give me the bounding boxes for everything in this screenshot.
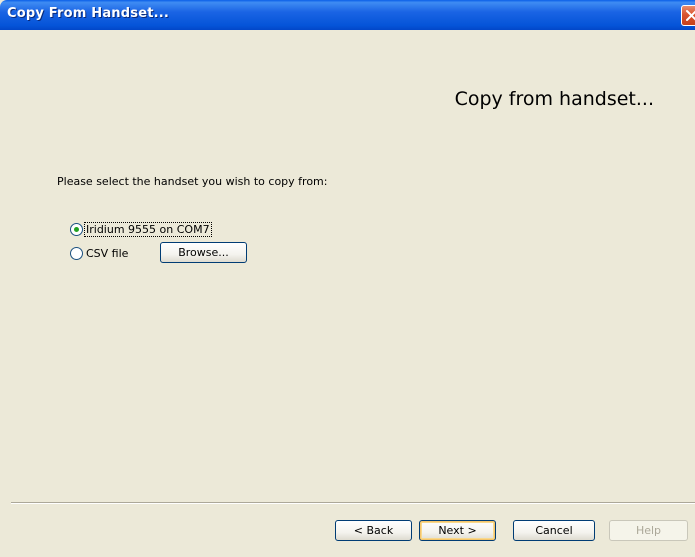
- back-label: Back: [366, 524, 394, 537]
- radio-label-csv[interactable]: CSV file: [85, 247, 129, 260]
- radio-label-iridium[interactable]: Iridium 9555 on COM7: [84, 221, 212, 237]
- cancel-button[interactable]: Cancel: [513, 520, 595, 541]
- page-heading: Copy from handset...: [454, 88, 654, 110]
- next-button[interactable]: Next >: [419, 520, 496, 541]
- radio-button-unselected[interactable]: [70, 246, 83, 260]
- back-button[interactable]: < Back: [335, 520, 412, 541]
- wizard-window: Copy From Handset... Copy from handset..…: [0, 0, 695, 557]
- window-title: Copy From Handset...: [7, 6, 170, 21]
- help-button: Help: [609, 520, 688, 541]
- radio-dot-icon: [74, 226, 79, 232]
- browse-button[interactable]: Browse...: [160, 242, 247, 263]
- back-arrow-text: <: [353, 524, 367, 537]
- close-icon: [686, 10, 695, 21]
- prompt-text: Please select the handset you wish to co…: [57, 175, 328, 188]
- close-button[interactable]: [681, 5, 695, 26]
- radio-button-selected[interactable]: [70, 222, 83, 236]
- radio-option-iridium[interactable]: Iridium 9555 on COM7: [70, 221, 212, 237]
- footer-separator: [11, 502, 695, 504]
- title-bar[interactable]: Copy From Handset...: [0, 0, 695, 30]
- radio-option-csv[interactable]: CSV file: [70, 245, 129, 261]
